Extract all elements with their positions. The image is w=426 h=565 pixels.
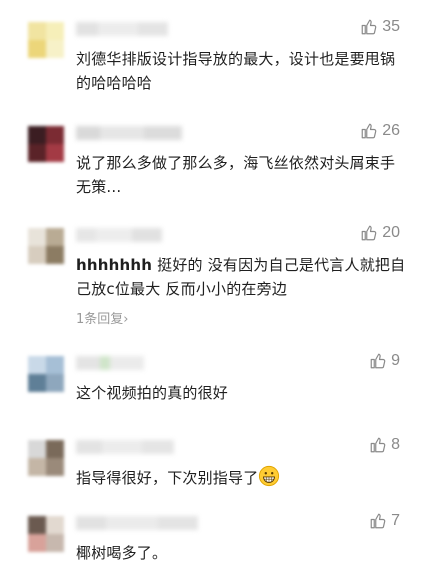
view-replies-link[interactable]: 1条回复› bbox=[76, 308, 128, 327]
comment-text: 椰树喝多了。 bbox=[76, 544, 168, 562]
like-count: 26 bbox=[382, 122, 400, 139]
comment-text: 这个视频拍的真的很好 bbox=[76, 384, 229, 402]
thumbs-up-icon bbox=[361, 225, 377, 241]
like-count: 20 bbox=[382, 224, 400, 241]
avatar[interactable] bbox=[28, 516, 64, 552]
username-blurred[interactable] bbox=[76, 356, 144, 370]
comment-text: 指导得很好，下次别指导了 bbox=[76, 465, 406, 490]
like-button[interactable]: 35 bbox=[360, 18, 400, 36]
comment-text: 说了那么多做了那么多，海飞丝依然对头屑束手无策... bbox=[76, 154, 396, 196]
like-button[interactable]: 20 bbox=[360, 224, 400, 242]
avatar[interactable] bbox=[28, 440, 64, 476]
username-blurred[interactable] bbox=[76, 440, 174, 454]
like-button[interactable]: 26 bbox=[360, 122, 400, 140]
avatar[interactable] bbox=[28, 228, 64, 264]
avatar[interactable] bbox=[28, 356, 64, 392]
username-blurred[interactable] bbox=[76, 516, 198, 530]
like-button[interactable]: 8 bbox=[369, 436, 400, 454]
comment-text: 刘德华排版设计指导放的最大，设计也是要甩锅的哈哈哈哈 bbox=[76, 50, 396, 92]
comment-body: 指导得很好，下次别指导了 bbox=[76, 469, 259, 487]
thumbs-up-icon bbox=[370, 513, 386, 529]
username-blurred[interactable] bbox=[76, 22, 168, 36]
thumbs-up-icon bbox=[361, 123, 377, 139]
avatar[interactable] bbox=[28, 22, 64, 58]
username-blurred[interactable] bbox=[76, 228, 162, 242]
avatar[interactable] bbox=[28, 126, 64, 162]
like-count: 7 bbox=[391, 512, 400, 529]
like-button[interactable]: 9 bbox=[369, 352, 400, 370]
like-count: 8 bbox=[391, 436, 400, 453]
like-button[interactable]: 7 bbox=[369, 512, 400, 530]
grinning-face-icon bbox=[259, 465, 280, 487]
thumbs-up-icon bbox=[361, 19, 377, 35]
comment-text: hhhhhhh 挺好的 没有因为自己是代言人就把自己放c位最大 反而小小的在旁边 bbox=[76, 253, 406, 301]
like-count: 35 bbox=[382, 18, 400, 35]
like-count: 9 bbox=[391, 352, 400, 369]
thumbs-up-icon bbox=[370, 353, 386, 369]
username-blurred[interactable] bbox=[76, 126, 182, 140]
comment-prefix: hhhhhhh bbox=[76, 256, 153, 274]
thumbs-up-icon bbox=[370, 437, 386, 453]
